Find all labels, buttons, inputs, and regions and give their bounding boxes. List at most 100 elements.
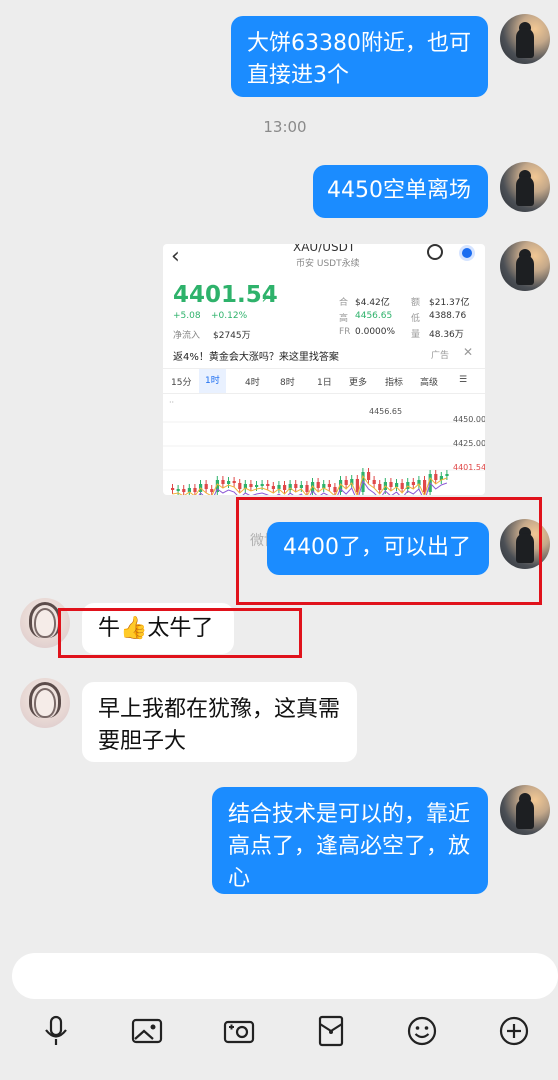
candle-body [322,484,326,488]
oi-value: $4.42亿 [355,298,390,308]
candle-body [316,482,320,488]
vol-label: 额 [411,298,421,308]
candle-body [210,489,214,492]
candle-body [400,483,404,489]
candle-body [238,483,242,489]
qty-value: 48.36万 [429,330,464,340]
candle-body [411,482,415,485]
candle-body [176,489,180,491]
message-text-line: 要胆子大 [98,729,187,754]
candle-body [227,481,231,484]
candle-body [171,488,175,490]
candle-body [299,485,303,488]
candle-body [367,472,371,480]
chart-tool-icons: ·· [169,398,174,407]
low-label: 低 [411,314,421,324]
inflow-label: 净流入 [173,331,201,341]
high-marker-label: 4456.65 [369,407,402,416]
timeframe-tabs: 15分 1时 4时 8时 1日 更多 指标 高级 ☰ [163,368,485,394]
plus-icon[interactable] [497,1014,531,1048]
avatar-contact[interactable] [20,678,70,728]
high-value: 4456.65 [355,311,393,321]
tab-4h[interactable]: 4时 [245,375,260,388]
candle-body [277,485,281,489]
tab-1d[interactable]: 1日 [317,375,332,388]
candle-body [266,484,270,486]
message-text-line: 直接进3个 [247,63,349,88]
back-icon: ‹ [171,244,180,269]
tab-15m[interactable]: 15分 [171,375,191,388]
message-bubble-outgoing[interactable]: 4450空单离场 [313,165,488,218]
tab-more[interactable]: 更多 [349,375,367,388]
timestamp: 13:00 [263,118,307,136]
candle-body [389,482,393,487]
ad-banner-text[interactable]: 返4%！黄金会大涨吗？来这里找答案 [173,348,339,363]
vol-value: $21.37亿 [429,298,470,308]
highlight-box [236,497,542,605]
settings-icon[interactable]: ☰ [459,375,467,385]
message-text-line: 心 [228,866,251,891]
message-text-line: 大饼63380附近，也可 [247,31,471,56]
red-packet-icon[interactable] [314,1014,348,1048]
funding-label: FR [339,327,351,337]
candle-body [187,488,191,492]
pair-subtitle: 币安 USDT永续 [296,259,360,269]
message-bubble-incoming[interactable]: 早上我都在犹豫，这真需 要胆子大 [82,682,357,762]
price-change-percent: +0.12% [211,311,248,321]
candle-body [423,480,427,492]
candle-body [271,486,275,489]
funding-value: 0.0000% [355,327,396,337]
tab-8h[interactable]: 8时 [280,375,295,388]
camera-icon[interactable] [222,1014,256,1048]
qty-label: 量 [411,330,421,340]
inflow-value: $2745万 [213,331,251,341]
candle-body [221,480,225,484]
candlestick-chart: ·· 4456.65 4450.00 4425.00 4401.54 [163,398,485,495]
tab-advanced[interactable]: 高级 [420,375,438,388]
message-bubble-outgoing[interactable]: 大饼63380附近，也可 直接进3个 [231,16,488,97]
high-label: 高 [339,314,349,324]
candle-body [283,485,287,490]
low-value: 4388.76 [429,311,467,321]
candle-body [182,489,186,492]
candle-body [305,485,309,492]
message-text-line: 高点了，逢高必空了，放 [228,834,471,859]
tab-indicators[interactable]: 指标 [385,375,403,388]
emoji-icon[interactable] [405,1014,439,1048]
shared-chart-screenshot[interactable]: ‹ XAU/USDT 币安 USDT永续 4401.54 ↗ +5.08 +0.… [163,244,485,495]
highlight-box [58,608,302,658]
price-level-label: 4450.00 [453,415,485,424]
message-text-line: 早上我都在犹豫，这真需 [98,697,341,722]
candle-body [204,484,208,489]
candle-body [260,484,264,486]
candle-body [344,480,348,485]
search-icon [427,244,443,260]
tab-1h[interactable]: 1时 [199,369,226,393]
candle-body [249,484,253,487]
candle-body [232,481,236,483]
candle-body [255,485,259,487]
current-price-label: 4401.54 [453,463,485,472]
price-level-label: 4425.00 [453,439,485,448]
message-bubble-outgoing[interactable]: 结合技术是可以的，靠近 高点了，逢高必空了，放 心 [212,787,488,894]
ad-tag: 广告 [431,351,450,361]
trading-pair: XAU/USDT [293,244,356,254]
candle-body [445,474,449,476]
candle-body [372,480,376,484]
trend-arrow-icon: ↗ [261,292,271,305]
image-icon[interactable] [130,1014,164,1048]
message-input[interactable] [12,953,558,999]
candle-body [333,487,337,492]
price-change: +5.08 [173,311,201,321]
eye-icon [459,245,475,261]
close-icon[interactable]: ✕ [463,345,473,359]
candle-body [193,488,197,492]
candle-body [294,484,298,488]
microphone-icon[interactable] [39,1014,73,1048]
avatar-self[interactable] [500,241,550,291]
candle-body [378,484,382,490]
avatar-self[interactable] [500,14,550,64]
avatar-self[interactable] [500,785,550,835]
oi-label: 合 [339,298,349,308]
avatar-self[interactable] [500,162,550,212]
